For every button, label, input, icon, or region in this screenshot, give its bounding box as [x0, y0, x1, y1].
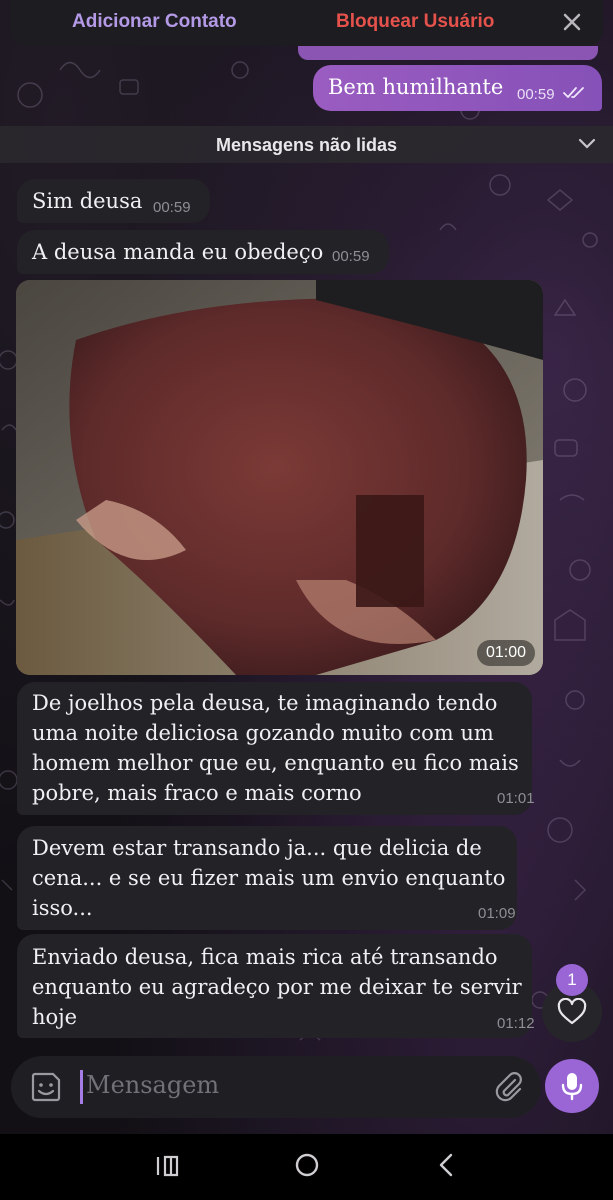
reaction-count-badge: 1	[556, 964, 588, 996]
message-text: Enviado deusa, fica mais rica até transa…	[32, 945, 522, 1029]
photo-time: 01:00	[477, 640, 535, 666]
incoming-message[interactable]: De joelhos pela deusa, te imaginando ten…	[17, 682, 535, 815]
block-user-button[interactable]: Bloquear Usuário	[336, 11, 494, 33]
message-time: 01:09	[478, 905, 516, 922]
sticker-icon[interactable]	[29, 1070, 63, 1104]
system-navigation-bar	[0, 1134, 613, 1200]
double-check-icon	[563, 87, 584, 98]
home-icon[interactable]	[294, 1152, 320, 1178]
microphone-icon	[561, 1073, 583, 1101]
message-time: 00:59	[153, 199, 191, 216]
paperclip-icon[interactable]	[493, 1070, 525, 1104]
heart-icon	[557, 998, 587, 1025]
message-input[interactable]: Mensagem	[86, 1071, 219, 1099]
message-text: De joelhos pela deusa, te imaginando ten…	[32, 691, 519, 805]
photo-message[interactable]	[16, 280, 543, 675]
text-cursor	[80, 1070, 83, 1104]
outgoing-message[interactable]: Bem humilhante 00:59	[313, 65, 602, 111]
message-composer: Mensagem	[11, 1056, 541, 1118]
unread-label: Mensagens não lidas	[215, 135, 398, 155]
message-time: 01:01	[497, 790, 535, 807]
incoming-message[interactable]: A deusa manda eu obedeço 00:59	[17, 230, 389, 274]
incoming-message[interactable]: Devem estar transando ja... que delicia …	[17, 826, 517, 930]
recent-apps-icon[interactable]	[155, 1154, 181, 1178]
message-time: 00:59	[517, 86, 555, 103]
message-time: 01:12	[497, 1015, 535, 1032]
message-time: 00:59	[332, 248, 370, 265]
incoming-message[interactable]: Sim deusa 00:59	[17, 179, 210, 223]
add-contact-button[interactable]: Adicionar Contato	[72, 11, 237, 33]
close-icon[interactable]	[558, 8, 586, 36]
message-text: A deusa manda eu obedeço	[32, 240, 324, 264]
incoming-message[interactable]: Enviado deusa, fica mais rica até transa…	[17, 934, 535, 1038]
voice-record-button[interactable]	[545, 1056, 599, 1116]
back-icon[interactable]	[436, 1152, 456, 1178]
unread-messages-divider: Mensagens não lidas	[0, 126, 613, 163]
contact-action-bar: Adicionar Contato Bloquear Usuário	[10, 0, 603, 46]
chevron-down-icon[interactable]	[577, 136, 597, 152]
message-text: Sim deusa	[32, 189, 143, 213]
photo-image	[16, 280, 543, 675]
message-text: Bem humilhante	[328, 75, 504, 99]
message-text: Devem estar transando ja... que delicia …	[32, 836, 506, 920]
previous-message-edge	[298, 46, 598, 60]
